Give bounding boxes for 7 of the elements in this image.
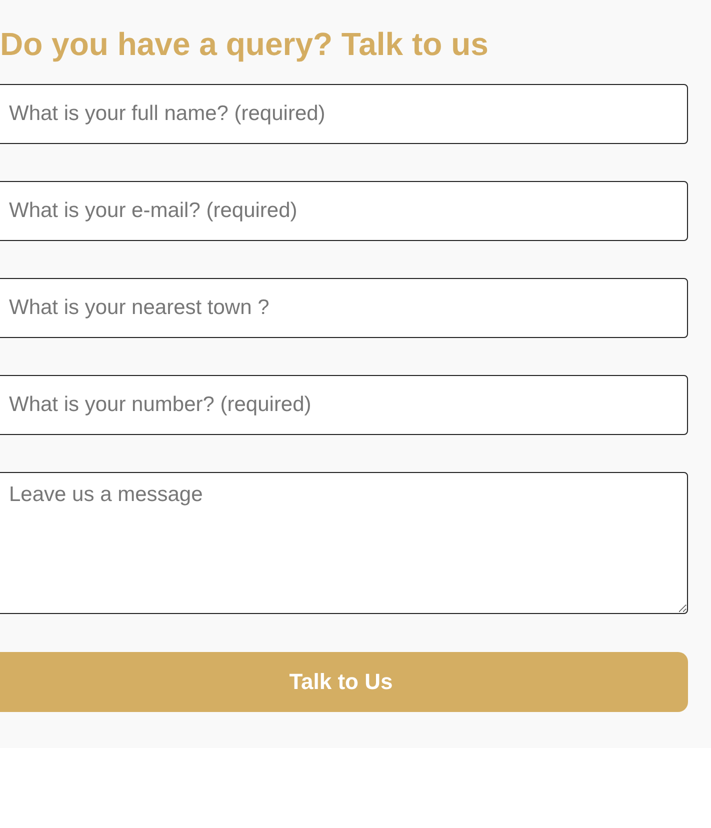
input-field[interactable]: What is your full name? (required) [0,84,688,144]
message-field[interactable]: Leave us a message [0,472,688,614]
input-field[interactable]: What is your e-mail? (required) [0,181,688,241]
form-heading: Do you have a query? Talk to us [0,25,490,64]
input-field[interactable]: What is your number? (required) [0,375,688,435]
submit-button[interactable]: Talk to Us [0,652,688,712]
input-field[interactable]: What is your nearest town ? [0,278,688,338]
